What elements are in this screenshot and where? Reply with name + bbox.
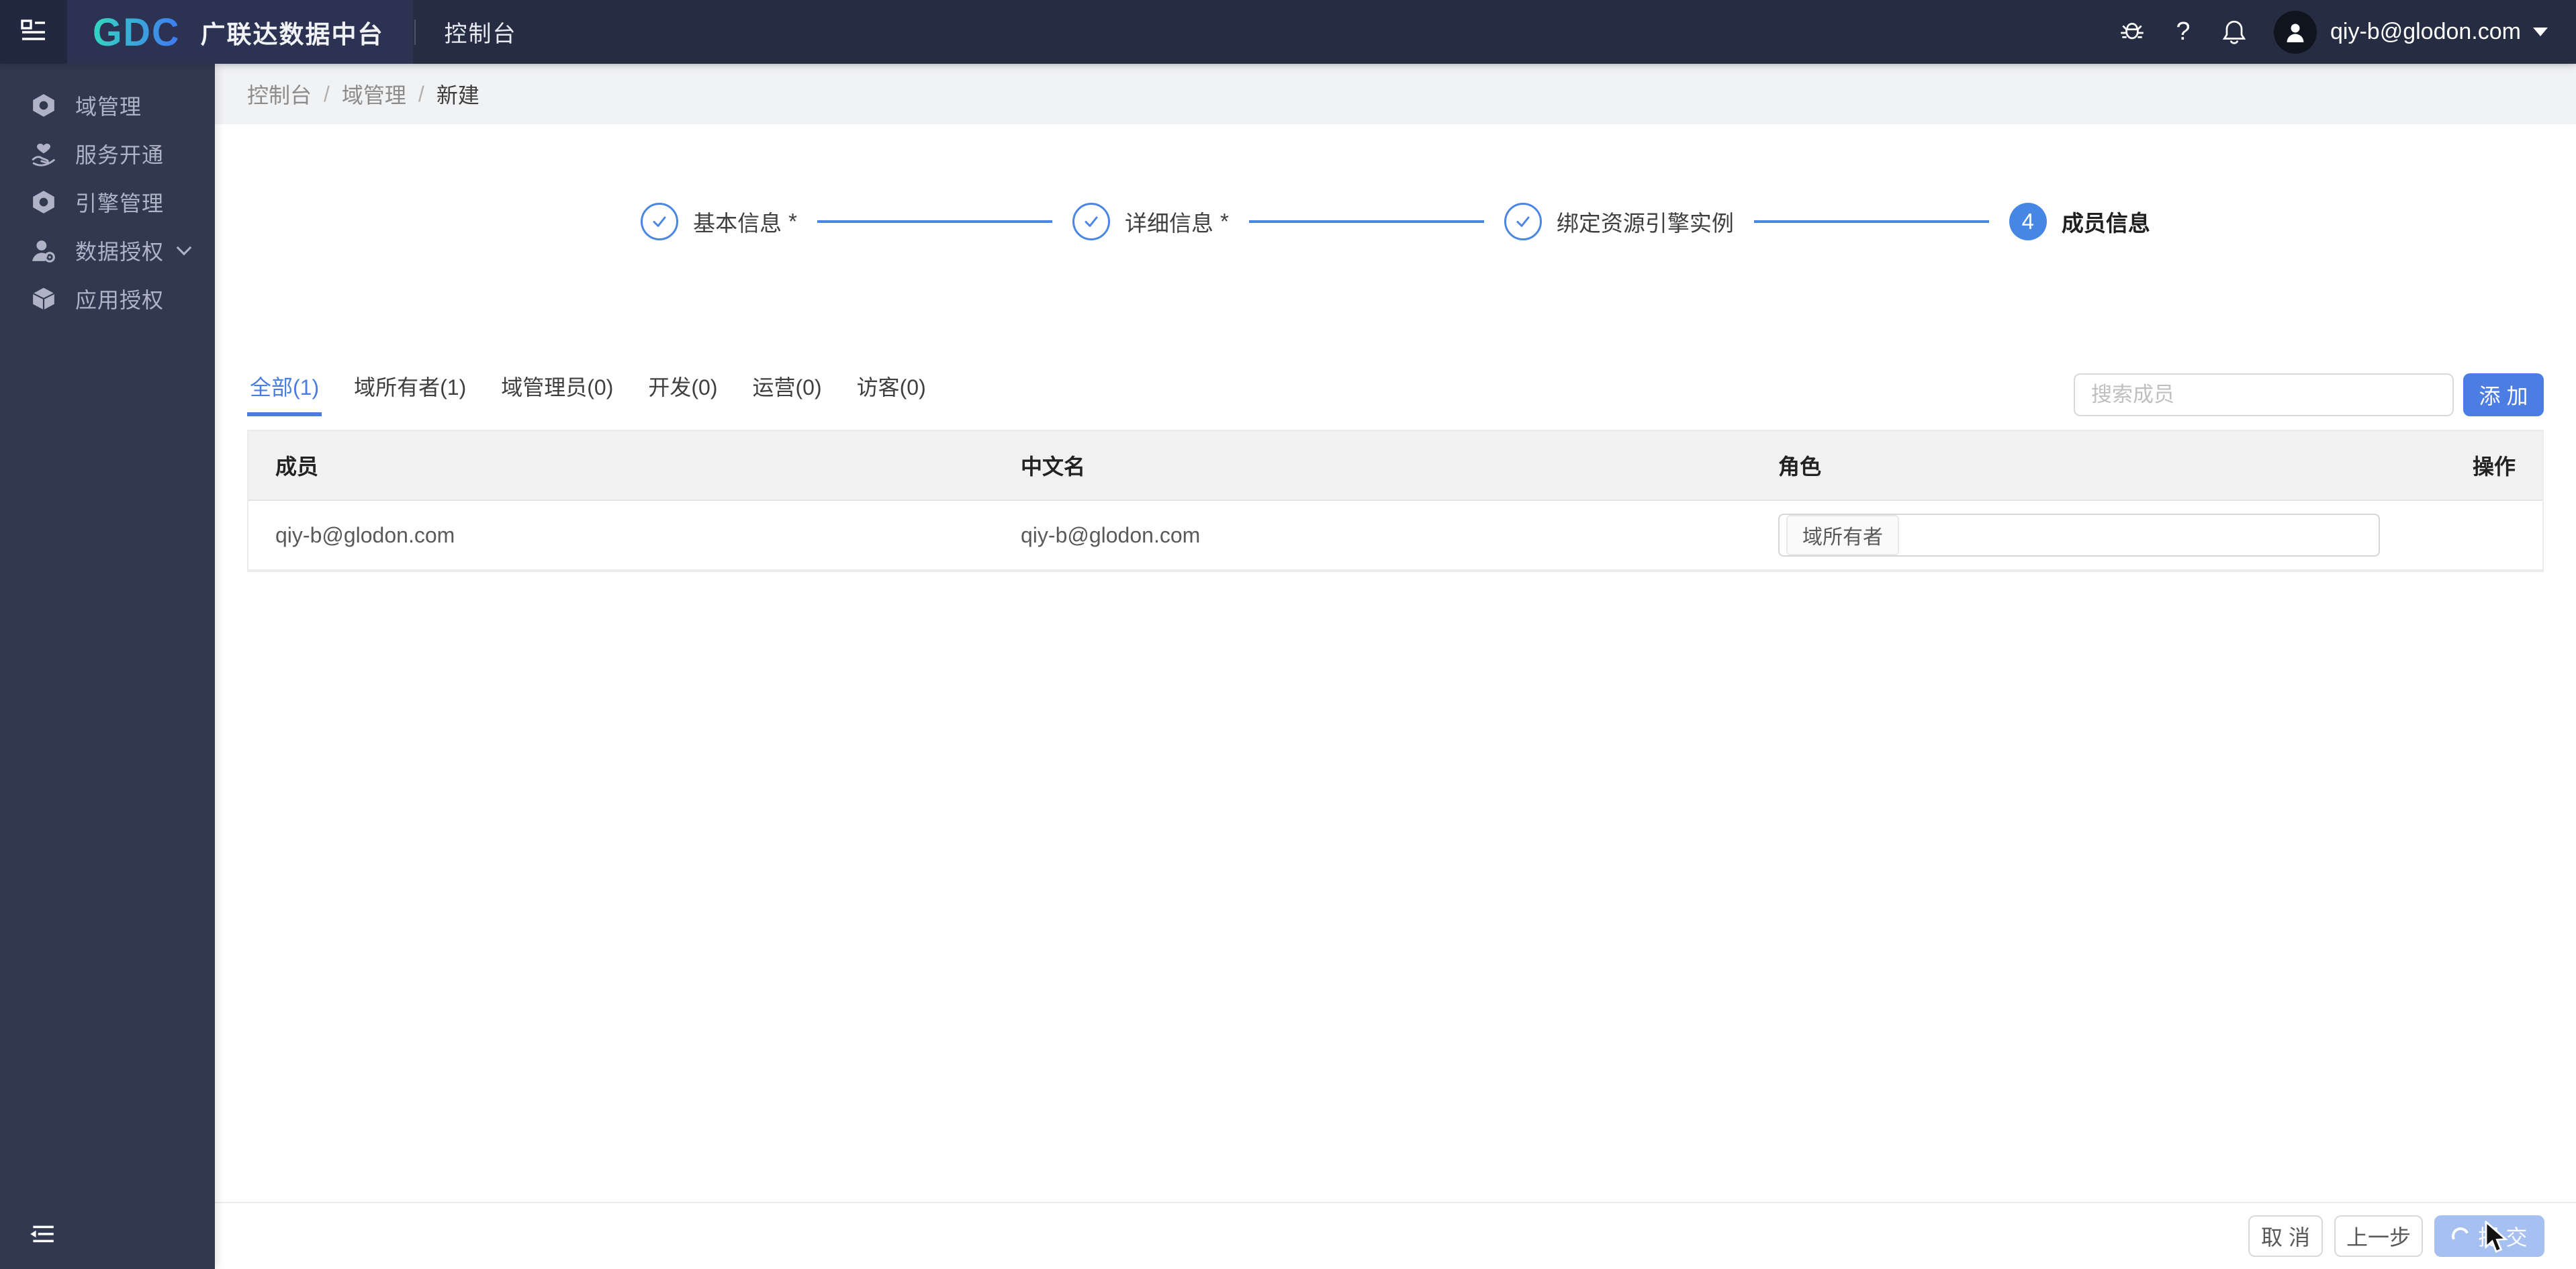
breadcrumb-console[interactable]: 控制台 (247, 79, 312, 109)
column-header-actions: 操作 (2388, 450, 2542, 481)
sidebar-nav: 域管理 服务开通 引擎管理 (0, 64, 215, 323)
cell-role: 域所有者 (1751, 514, 2388, 557)
members-table: 成员 中文名 角色 操作 qiy-b@glodon.com qiy-b@glod… (247, 430, 2544, 572)
column-header-member: 成员 (248, 450, 994, 481)
role-tag: 域所有者 (1786, 515, 1899, 555)
user-email[interactable]: qiy-b@glodon.com (2330, 19, 2521, 45)
bug-icon[interactable] (2117, 17, 2148, 48)
user-avatar-icon[interactable] (2274, 11, 2317, 54)
tab-all[interactable]: 全部(1) (247, 371, 322, 416)
wizard-stepper: 基本信息 * 详细信息 * 绑定资源 (215, 203, 2576, 240)
table-row: qiy-b@glodon.com qiy-b@glodon.com 域所有者 (248, 501, 2542, 571)
stepper-connector (1754, 220, 1989, 223)
topbar-console-link[interactable]: 控制台 (444, 15, 516, 48)
main-area: 控制台 / 域管理 / 新建 基本信息 * (215, 64, 2576, 1269)
member-tabs: 全部(1) 域所有者(1) 域管理员(0) 开发(0) 运营(0) 访客(0) (247, 373, 958, 416)
sidebar-item-label: 应用授权 (75, 283, 164, 314)
tab-domain-admin[interactable]: 域管理员(0) (498, 371, 616, 416)
tab-guest[interactable]: 访客(0) (854, 371, 929, 416)
gdc-logo: GDC (93, 12, 180, 52)
step-check-icon (1504, 203, 1542, 240)
breadcrumb-separator: / (418, 82, 424, 107)
table-header-row: 成员 中文名 角色 操作 (248, 431, 2542, 501)
column-header-role: 角色 (1751, 450, 2388, 481)
bell-icon[interactable] (2219, 17, 2250, 48)
required-asterisk: * (788, 209, 797, 234)
topbar-right-cluster: ? qiy-b@glodon.com (2097, 11, 2576, 54)
step-number-badge: 4 (2009, 203, 2047, 240)
layout-collapse-icon (20, 17, 47, 47)
step-label: 成员信息 (2062, 205, 2150, 238)
breadcrumb-separator: / (324, 82, 330, 107)
product-title: 广联达数据中台 (200, 14, 383, 50)
step-bind-engine: 绑定资源引擎实例 (1504, 203, 1734, 240)
topbar-divider (414, 19, 416, 45)
step-label: 绑定资源引擎实例 (1557, 205, 1734, 238)
previous-step-button[interactable]: 上一步 (2334, 1215, 2423, 1257)
hex-nut-icon (31, 93, 56, 118)
sidebar-item-data-auth[interactable]: 数据授权 (0, 226, 215, 275)
layout-collapse-button[interactable] (0, 0, 67, 64)
step-check-icon (641, 203, 678, 240)
page-content: 基本信息 * 详细信息 * 绑定资源 (215, 124, 2576, 1202)
submit-button-label: 提 交 (2479, 1221, 2528, 1252)
cancel-button[interactable]: 取 消 (2248, 1215, 2323, 1257)
sidebar-item-engine-mgmt[interactable]: 引擎管理 (0, 178, 215, 226)
sidebar-item-domain-mgmt[interactable]: 域管理 (0, 81, 215, 130)
stepper-connector (1249, 220, 1484, 223)
cell-chinese-name: qiy-b@glodon.com (994, 523, 1751, 548)
caret-down-icon[interactable] (2533, 28, 2548, 36)
user-gear-icon (31, 238, 56, 263)
heart-hand-icon (31, 141, 56, 167)
sidebar-item-label: 域管理 (75, 90, 142, 121)
hex-nut-icon (31, 189, 56, 215)
add-member-button[interactable]: 添 加 (2463, 373, 2544, 416)
sidebar-item-app-auth[interactable]: 应用授权 (0, 275, 215, 323)
column-header-chinese-name: 中文名 (994, 450, 1751, 481)
chevron-down-icon (177, 240, 192, 256)
role-select[interactable]: 域所有者 (1778, 514, 2380, 557)
step-check-icon (1072, 203, 1110, 240)
sidebar: 域管理 服务开通 引擎管理 (0, 64, 215, 1269)
member-toolbar: 全部(1) 域所有者(1) 域管理员(0) 开发(0) 运营(0) 访客(0) … (247, 373, 2544, 416)
step-member-info: 4 成员信息 (2009, 203, 2150, 240)
step-detail-info: 详细信息 * (1072, 203, 1229, 240)
sidebar-item-service-open[interactable]: 服务开通 (0, 130, 215, 178)
sidebar-item-label: 数据授权 (75, 235, 164, 266)
menu-fold-icon[interactable] (28, 1221, 56, 1253)
step-label: 基本信息 (693, 205, 782, 238)
tab-operator[interactable]: 运营(0) (750, 371, 825, 416)
breadcrumb: 控制台 / 域管理 / 新建 (215, 64, 2576, 124)
wizard-footer: 取 消 上一步 提 交 (215, 1202, 2576, 1269)
sidebar-item-label: 引擎管理 (75, 187, 164, 218)
brand-block: GDC 广联达数据中台 (67, 0, 413, 64)
step-label: 详细信息 (1125, 205, 1213, 238)
breadcrumb-domain-mgmt[interactable]: 域管理 (342, 79, 406, 109)
help-icon[interactable]: ? (2168, 17, 2199, 48)
submit-button[interactable]: 提 交 (2434, 1215, 2544, 1257)
step-basic-info: 基本信息 * (641, 203, 797, 240)
loading-spinner-icon (2449, 1225, 2471, 1247)
topbar: GDC 广联达数据中台 控制台 ? qi (0, 0, 2576, 64)
required-asterisk: * (1220, 209, 1229, 234)
stepper-connector (817, 220, 1052, 223)
tab-developer[interactable]: 开发(0) (645, 371, 720, 416)
cube-icon (31, 286, 56, 312)
sidebar-item-label: 服务开通 (75, 138, 164, 169)
search-member-input[interactable] (2074, 373, 2454, 416)
tab-domain-owner[interactable]: 域所有者(1) (351, 371, 469, 416)
cell-member: qiy-b@glodon.com (248, 523, 994, 548)
breadcrumb-current: 新建 (436, 79, 479, 109)
